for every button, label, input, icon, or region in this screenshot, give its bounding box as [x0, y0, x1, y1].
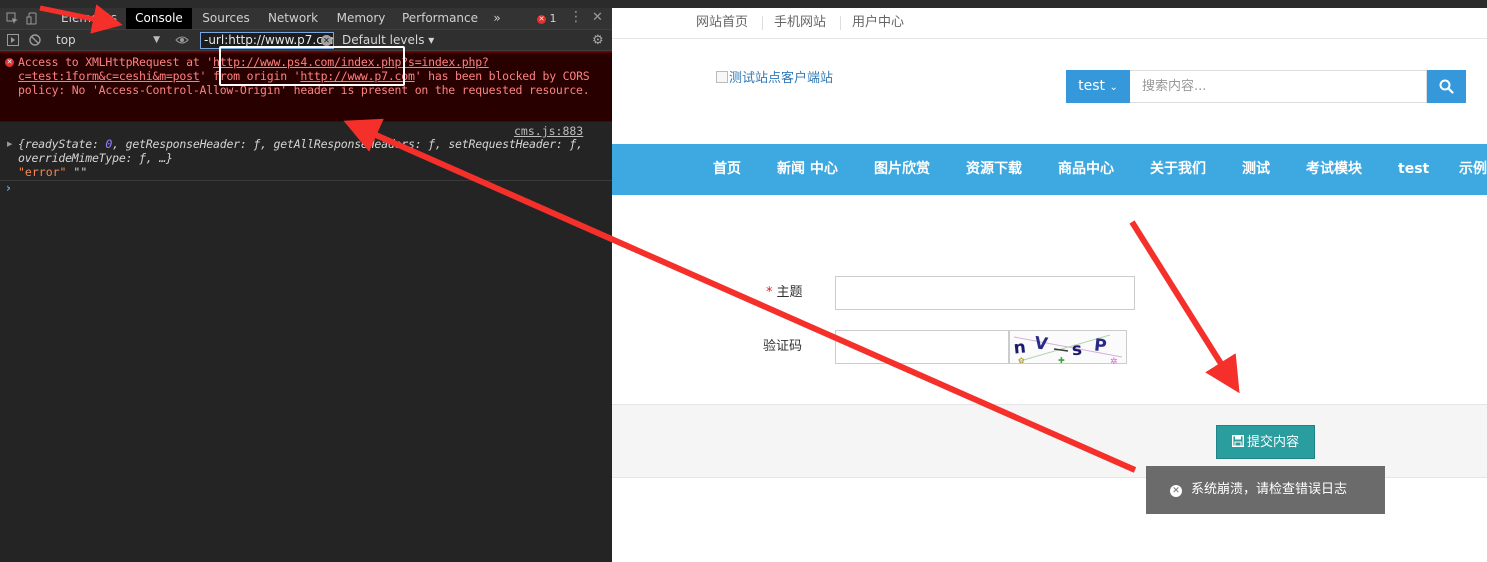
nav-item-examples[interactable]: 示例 — [1459, 144, 1487, 195]
tab-network[interactable]: Network — [262, 8, 324, 29]
close-devtools-icon[interactable]: ✕ — [591, 11, 604, 24]
gear-icon[interactable]: ⚙ — [592, 33, 604, 48]
more-tabs-button[interactable]: » — [488, 8, 506, 29]
svg-text:✿: ✿ — [1018, 356, 1025, 365]
nav-item-downloads[interactable]: 资源下载 — [966, 144, 1022, 195]
devtools-tab-bar: Elements Console Sources Network Memory … — [0, 8, 612, 30]
context-value: top — [56, 33, 76, 47]
nav-item-test-cn[interactable]: 测试 — [1242, 144, 1270, 195]
nav-item-about[interactable]: 关于我们 — [1150, 144, 1206, 195]
captcha-image[interactable]: n V s P ✿ ✚ ✲ — [1009, 330, 1127, 367]
chevron-down-icon: ▼ — [153, 35, 160, 45]
svg-text:✚: ✚ — [1058, 356, 1065, 365]
search-category-value: test — [1078, 78, 1106, 94]
captcha-label: 验证码 — [763, 339, 803, 354]
tab-performance[interactable]: Performance — [400, 8, 480, 29]
expand-triangle-icon[interactable]: ▶ — [7, 140, 12, 148]
device-toolbar-icon[interactable] — [26, 12, 39, 25]
eye-icon[interactable] — [175, 34, 189, 47]
error-count-badge[interactable]: ✕ 1 — [537, 8, 557, 29]
submit-button[interactable]: 提交内容 — [1216, 425, 1315, 459]
log-string-value: "error" — [18, 165, 67, 179]
clear-filter-icon[interactable]: ✕ — [321, 35, 332, 46]
context-select[interactable]: top ▼ — [52, 32, 164, 49]
inspect-element-icon[interactable] — [6, 12, 19, 25]
error-toast: ✕ 系统崩溃，请检查错误日志 — [1146, 466, 1385, 514]
error-dot-icon: ✕ — [537, 15, 546, 24]
nav-item-news[interactable]: 新闻 中心 — [777, 144, 838, 195]
tab-console[interactable]: Console — [126, 8, 192, 29]
subject-label: * 主题 — [766, 284, 803, 302]
save-icon — [1231, 434, 1244, 448]
clear-console-icon[interactable] — [28, 34, 41, 47]
kebab-menu-icon[interactable]: ⋮ — [569, 10, 583, 24]
log-source-link[interactable]: cms.js:883 — [514, 124, 583, 138]
top-link-home[interactable]: 网站首页 — [696, 14, 748, 32]
annotation-highlight-box — [219, 46, 405, 86]
nav-item-products[interactable]: 商品中心 — [1058, 144, 1114, 195]
log-string: "error" "" — [18, 165, 87, 179]
log-object[interactable]: {readyState: 0, getResponseHeader: ƒ, ge… — [18, 137, 608, 165]
required-mark: * — [766, 285, 773, 300]
site-logo[interactable]: 测试站点客户端站 — [716, 70, 833, 88]
tab-memory[interactable]: Memory — [332, 8, 390, 29]
error-count: 1 — [549, 12, 557, 25]
error-icon: ✕ — [5, 58, 14, 67]
search-button[interactable] — [1427, 70, 1466, 103]
nav-item-gallery[interactable]: 图片欣赏 — [874, 144, 930, 195]
log-string-rest: "" — [66, 165, 88, 179]
screenshot-root: Elements Console Sources Network Memory … — [0, 0, 1487, 562]
svg-text:V: V — [1033, 333, 1050, 355]
main-nav: 首页 新闻 中心 图片欣赏 资源下载 商品中心 关于我们 测试 考试模块 tes… — [612, 144, 1487, 195]
close-circle-icon: ✕ — [1170, 485, 1182, 497]
sidebar-toggle-icon[interactable] — [6, 34, 19, 47]
captcha-input[interactable] — [835, 330, 1009, 364]
search-input[interactable]: 搜索内容... — [1130, 70, 1427, 103]
website-page: 网站首页 手机网站 用户中心 测试站点客户端站 test ⌄ 搜索内容... 首… — [612, 8, 1487, 562]
broken-image-icon — [716, 71, 728, 83]
divider — [0, 180, 612, 181]
subject-label-text: 主题 — [776, 285, 803, 300]
divider — [840, 16, 841, 30]
submit-label: 提交内容 — [1246, 435, 1299, 450]
search-icon — [1439, 79, 1454, 94]
svg-text:✲: ✲ — [1110, 357, 1118, 365]
top-link-user-center[interactable]: 用户中心 — [852, 14, 904, 32]
nav-item-home[interactable]: 首页 — [713, 144, 741, 195]
svg-text:P: P — [1093, 335, 1107, 356]
toast-message: 系统崩溃，请检查错误日志 — [1191, 482, 1348, 497]
window-top-strip — [0, 0, 1487, 8]
svg-text:s: s — [1071, 340, 1082, 361]
tab-sources[interactable]: Sources — [196, 8, 256, 29]
nav-item-exam[interactable]: 考试模块 — [1306, 144, 1362, 195]
subject-input[interactable] — [835, 276, 1135, 310]
nav-item-test[interactable]: test — [1398, 144, 1429, 195]
logo-alt-text: 测试站点客户端站 — [729, 71, 834, 86]
chevron-down-icon: ⌄ — [1109, 82, 1118, 93]
divider — [762, 16, 763, 30]
top-link-bar: 网站首页 手机网站 用户中心 — [612, 8, 1487, 39]
search-category-select[interactable]: test ⌄ — [1066, 70, 1130, 103]
devtools-panel: Elements Console Sources Network Memory … — [0, 8, 612, 562]
top-link-mobile[interactable]: 手机网站 — [774, 14, 826, 32]
console-prompt[interactable]: › — [6, 181, 11, 195]
error-text-part: Access to XMLHttpRequest at ' — [18, 55, 213, 69]
log-object-text: {readyState: — [18, 137, 106, 151]
tab-elements[interactable]: Elements — [56, 8, 122, 29]
